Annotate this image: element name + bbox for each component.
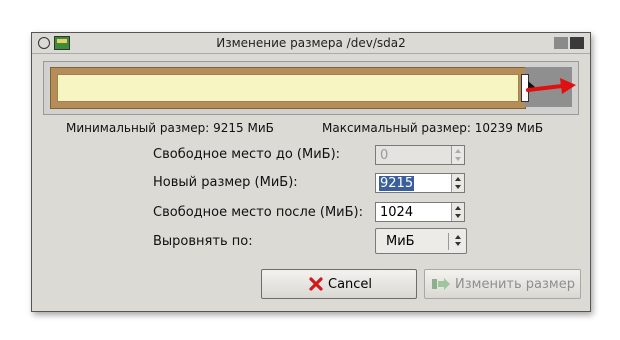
partition-used-space — [57, 74, 519, 102]
minimize-icon[interactable] — [554, 37, 568, 49]
new-size-stepper[interactable] — [451, 174, 464, 192]
partition-resize-graphic[interactable] — [43, 61, 579, 115]
free-after-value[interactable]: 1024 — [379, 205, 414, 220]
new-size-spinner[interactable]: 9215 — [375, 173, 465, 193]
new-size-value[interactable]: 9215 — [379, 176, 415, 191]
cancel-label: Cancel — [328, 277, 373, 292]
free-before-label: Свободное место до (МиБ): — [153, 147, 341, 162]
free-before-value: 0 — [380, 148, 389, 163]
free-before-stepper — [451, 146, 464, 164]
resize-apply-label: Изменить размер — [455, 277, 575, 292]
cancel-x-icon — [309, 277, 323, 291]
window-title: Изменение размера /dev/sda2 — [216, 36, 406, 50]
resize-apply-icon — [432, 278, 450, 290]
free-after-stepper[interactable] — [451, 203, 464, 221]
align-select[interactable]: МиБ — [375, 228, 467, 254]
align-value: МиБ — [386, 234, 415, 249]
combo-down-icon — [455, 242, 461, 246]
free-before-spinner: 0 — [375, 145, 465, 165]
min-size-label: Минимальный размер: 9215 МиБ — [66, 121, 274, 135]
free-after-spinner[interactable]: 1024 — [375, 202, 465, 222]
free-after-label: Свободное место после (МиБ): — [153, 205, 363, 220]
new-size-label: Новый размер (МиБ): — [153, 175, 298, 190]
max-size-label: Максимальный размер: 10239 МиБ — [322, 121, 544, 135]
cancel-button[interactable]: Cancel — [261, 269, 417, 299]
maximize-icon[interactable] — [570, 37, 584, 49]
resize-apply-button[interactable]: Изменить размер — [424, 269, 581, 299]
partition-bar[interactable] — [50, 67, 526, 109]
resize-arrow-icon — [526, 78, 576, 94]
align-label: Выровнять по: — [153, 234, 253, 249]
combo-up-icon — [455, 235, 461, 239]
resize-dialog: Изменение размера /dev/sda2 Минимальный … — [31, 32, 591, 312]
title-bar: Изменение размера /dev/sda2 — [32, 33, 590, 54]
